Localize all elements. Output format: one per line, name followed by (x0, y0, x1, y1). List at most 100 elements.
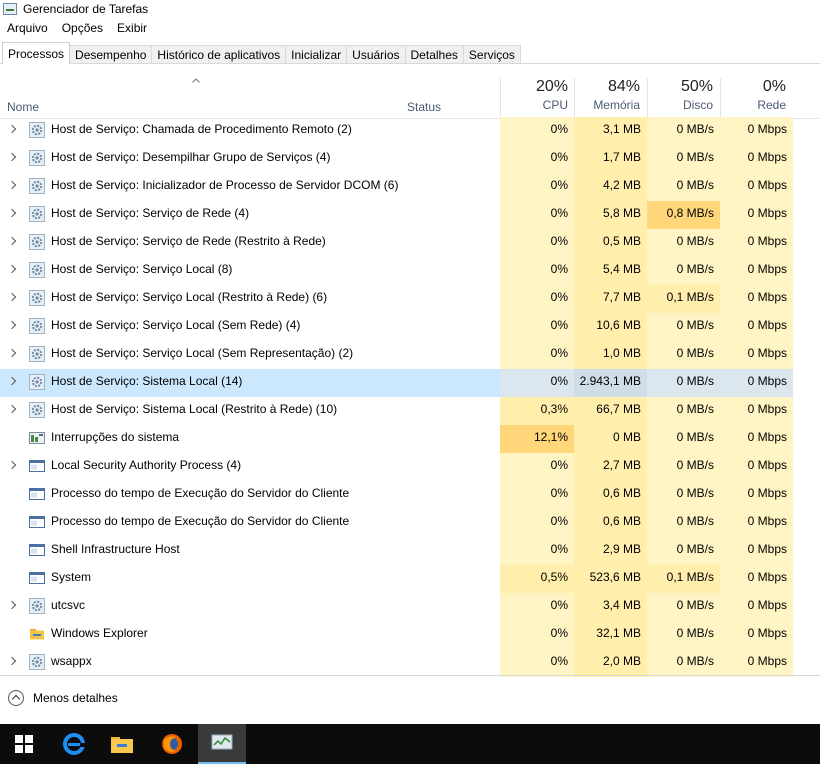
taskbar-file-explorer[interactable] (98, 724, 146, 764)
process-icon (29, 178, 45, 194)
column-disk[interactable]: 50% Disco (647, 78, 713, 112)
chevron-right-icon[interactable] (7, 656, 17, 666)
process-name-cell[interactable]: Processo do tempo de Execução do Servido… (0, 481, 500, 509)
cpu-cell: 0% (500, 229, 574, 257)
column-network[interactable]: 0% Rede (720, 78, 786, 112)
process-name: Shell Infrastructure Host (51, 542, 180, 556)
process-name: Host de Serviço: Desempilhar Grupo de Se… (51, 150, 331, 164)
tab-inicializar[interactable]: Inicializar (285, 45, 348, 64)
disk-cell: 0,1 MB/s (647, 565, 720, 593)
column-name[interactable]: Nome (7, 100, 39, 114)
table-row[interactable]: Interrupções do sistema 12,1% 0 MB 0 MB/s 0 … (0, 425, 820, 453)
process-name-cell[interactable]: Host de Serviço: Serviço Local (8) (0, 257, 500, 285)
process-name-cell[interactable]: Processo do tempo de Execução do Servido… (0, 509, 500, 537)
chevron-right-icon[interactable] (7, 208, 17, 218)
table-row[interactable]: Host de Serviço: Serviço Local (8) 0% 5,4 … (0, 257, 820, 285)
process-name-cell[interactable]: Shell Infrastructure Host (0, 537, 500, 565)
disk-cell: 0 MB/s (647, 509, 720, 537)
chevron-right-icon[interactable] (7, 460, 17, 470)
process-name-cell[interactable]: Host de Serviço: Chamada de Procedimento… (0, 117, 500, 145)
taskbar-firefox[interactable] (148, 724, 196, 764)
disk-cell: 0 MB/s (647, 397, 720, 425)
memory-cell: 523,6 MB (574, 565, 647, 593)
process-name-cell[interactable]: Host de Serviço: Serviço de Rede (4) (0, 201, 500, 229)
start-button[interactable] (0, 724, 48, 764)
table-row[interactable]: Processo do tempo de Execução do Servido… (0, 481, 820, 509)
process-name-cell[interactable]: System (0, 565, 500, 593)
tab-usuarios[interactable]: Usuários (346, 45, 406, 64)
process-name-cell[interactable]: Host de Serviço: Serviço Local (Restrito… (0, 285, 500, 313)
process-name-cell[interactable]: Host de Serviço: Desempilhar Grupo de Se… (0, 145, 500, 173)
process-name-cell[interactable]: utcsvc (0, 593, 500, 621)
process-name-cell[interactable]: Local Security Authority Process (4) (0, 453, 500, 481)
menu-arquivo[interactable]: Arquivo (0, 21, 55, 35)
table-row[interactable]: Local Security Authority Process (4) 0% 2,… (0, 453, 820, 481)
chevron-right-icon[interactable] (7, 376, 17, 386)
taskbar-task-manager[interactable] (198, 724, 246, 764)
menu-exibir[interactable]: Exibir (110, 21, 154, 35)
tab-servicos[interactable]: Serviços (462, 45, 521, 64)
chevron-right-icon[interactable] (7, 236, 17, 246)
title-bar: Gerenciador de Tarefas (0, 0, 820, 18)
table-row[interactable]: System 0,5% 523,6 MB 0,1 MB/s 0 Mbps (0, 565, 820, 593)
table-row[interactable]: Host de Serviço: Sistema Local (14) 0% 2.9… (0, 369, 820, 397)
table-row[interactable]: Host de Serviço: Sistema Local (Restrito… (0, 397, 820, 425)
disk-cell: 0 MB/s (647, 369, 720, 397)
taskbar-edge[interactable] (50, 724, 98, 764)
table-row[interactable]: Windows Explorer 0% 32,1 MB 0 MB/s 0 Mbps (0, 621, 820, 649)
process-name-cell[interactable]: Host de Serviço: Sistema Local (14) (0, 369, 500, 397)
chevron-right-icon[interactable] (7, 404, 17, 414)
process-name: Host de Serviço: Serviço Local (Sem Repr… (51, 346, 354, 360)
process-name-cell[interactable]: Windows Explorer (0, 621, 500, 649)
process-name-cell[interactable]: Host de Serviço: Serviço de Rede (Restri… (0, 229, 500, 257)
cpu-cell: 0% (500, 369, 574, 397)
chevron-right-icon[interactable] (7, 600, 17, 610)
process-name-cell[interactable]: Host de Serviço: Serviço Local (Sem Repr… (0, 341, 500, 369)
fewer-details-button[interactable]: Menos detalhes (8, 690, 118, 706)
table-row[interactable]: Host de Serviço: Serviço Local (Restrito… (0, 285, 820, 313)
table-row[interactable]: Shell Infrastructure Host 0% 2,9 MB 0 MB/s 0… (0, 537, 820, 565)
cpu-cell: 0% (500, 481, 574, 509)
sort-ascending-icon[interactable] (192, 78, 200, 83)
table-row[interactable]: Host de Serviço: Serviço de Rede (4) 0% 5,… (0, 201, 820, 229)
process-icon (29, 570, 45, 586)
chevron-right-icon[interactable] (7, 264, 17, 274)
process-name-cell[interactable]: Host de Serviço: Serviço Local (Sem Rede… (0, 313, 500, 341)
network-cell: 0 Mbps (720, 117, 793, 145)
network-cell: 0 Mbps (720, 509, 793, 537)
chevron-right-icon[interactable] (7, 348, 17, 358)
table-row[interactable]: Host de Serviço: Serviço Local (Sem Repr… (0, 341, 820, 369)
process-name-cell[interactable]: Interrupções do sistema (0, 425, 500, 453)
column-status[interactable]: Status (407, 100, 441, 114)
column-memory[interactable]: 84% Memória (574, 78, 640, 112)
chevron-right-icon[interactable] (7, 180, 17, 190)
disk-cell: 0 MB/s (647, 481, 720, 509)
menu-opcoes[interactable]: Opções (55, 21, 110, 35)
disk-cell: 0 MB/s (647, 621, 720, 649)
table-row[interactable]: Processo do tempo de Execução do Servido… (0, 509, 820, 537)
tab-desempenho[interactable]: Desempenho (69, 45, 153, 64)
table-row[interactable]: Host de Serviço: Serviço de Rede (Restri… (0, 229, 820, 257)
memory-cell: 0,6 MB (574, 509, 647, 537)
tab-processos[interactable]: Processos (2, 42, 71, 64)
process-name-cell[interactable]: Host de Serviço: Sistema Local (Restrito… (0, 397, 500, 425)
process-icon (29, 206, 45, 222)
table-row[interactable]: utcsvc 0% 3,4 MB 0 MB/s 0 Mbps (0, 593, 820, 621)
cpu-cell: 0% (500, 341, 574, 369)
table-row[interactable]: Host de Serviço: Serviço Local (Sem Rede… (0, 313, 820, 341)
table-row[interactable]: Host de Serviço: Inicializador de Proces… (0, 173, 820, 201)
chevron-right-icon[interactable] (7, 124, 17, 134)
process-name: Local Security Authority Process (4) (51, 458, 242, 472)
table-row[interactable]: Host de Serviço: Desempilhar Grupo de Se… (0, 145, 820, 173)
chevron-right-icon[interactable] (7, 320, 17, 330)
chevron-right-icon[interactable] (7, 152, 17, 162)
column-cpu[interactable]: 20% CPU (500, 78, 568, 112)
table-row[interactable]: wsappx 0% 2,0 MB 0 MB/s 0 Mbps (0, 649, 820, 677)
process-name: Host de Serviço: Serviço de Rede (4) (51, 206, 250, 220)
tab-historico[interactable]: Histórico de aplicativos (151, 45, 287, 64)
process-name-cell[interactable]: wsappx (0, 649, 500, 677)
tab-detalhes[interactable]: Detalhes (404, 45, 464, 64)
process-name-cell[interactable]: Host de Serviço: Inicializador de Proces… (0, 173, 500, 201)
table-row[interactable]: Host de Serviço: Chamada de Procedimento… (0, 117, 820, 145)
chevron-right-icon[interactable] (7, 292, 17, 302)
